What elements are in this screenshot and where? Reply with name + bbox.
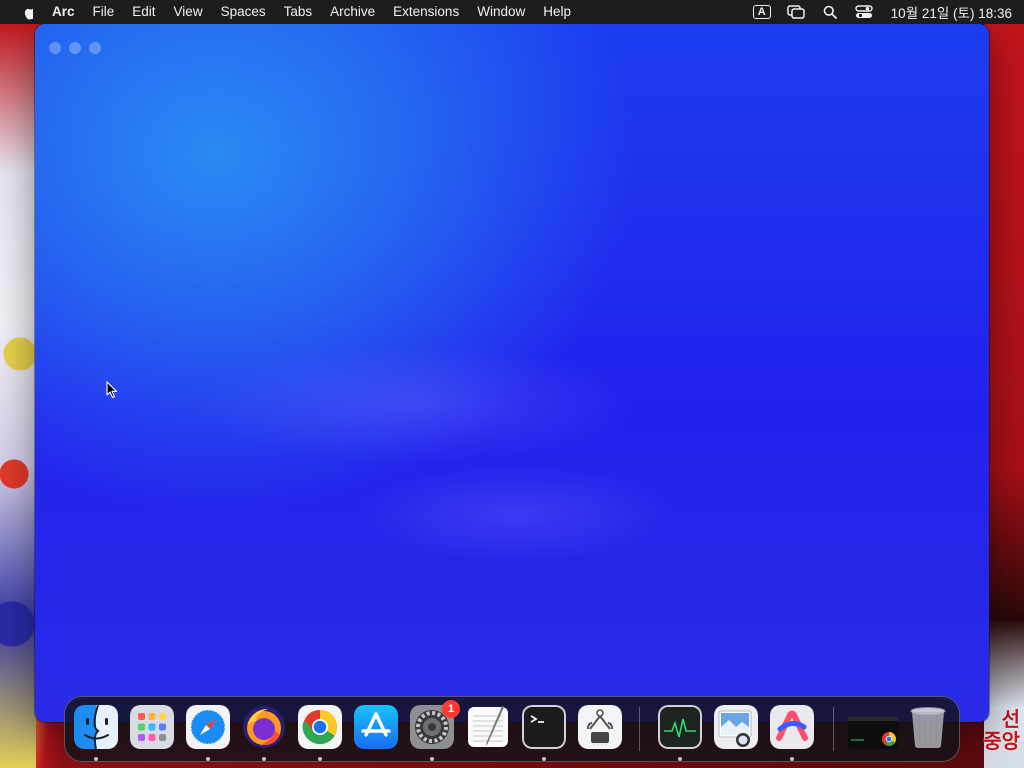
- menu-view[interactable]: View: [165, 0, 212, 24]
- finder-icon: [74, 705, 118, 749]
- dock-chrome[interactable]: [298, 705, 342, 761]
- input-source-menu[interactable]: A: [745, 0, 779, 24]
- running-indicator: [318, 757, 322, 761]
- wallpaper-text: 선 중앙: [983, 707, 1020, 753]
- menu-bar: Arc File Edit View Spaces Tabs Archive E…: [0, 0, 1024, 24]
- running-indicator: [542, 757, 546, 761]
- menu-help[interactable]: Help: [534, 0, 580, 24]
- chrome-icon: [298, 705, 342, 749]
- preview-icon: [714, 705, 758, 749]
- input-source-icon: A: [752, 5, 771, 19]
- dock-launchpad[interactable]: [130, 705, 174, 749]
- dock-terminal[interactable]: [522, 705, 566, 761]
- textedit-icon: [466, 705, 510, 749]
- dock-app-store[interactable]: [354, 705, 398, 749]
- menu-edit[interactable]: Edit: [123, 0, 164, 24]
- running-indicator: [262, 757, 266, 761]
- dock-textedit[interactable]: [466, 705, 510, 749]
- running-indicator: [790, 757, 794, 761]
- running-indicator: [430, 757, 434, 761]
- menu-file[interactable]: File: [84, 0, 124, 24]
- menu-archive[interactable]: Archive: [321, 0, 384, 24]
- apple-menu-icon[interactable]: [0, 5, 52, 20]
- dock-finder[interactable]: [74, 705, 118, 761]
- dock-divider: [833, 707, 834, 751]
- running-indicator: [678, 757, 682, 761]
- system-information-icon: [578, 705, 622, 749]
- trash-icon: [906, 705, 950, 749]
- dock: 1: [64, 696, 960, 762]
- terminal-icon: [522, 705, 566, 749]
- dock-preview[interactable]: [714, 705, 758, 749]
- dock-activity-monitor[interactable]: [658, 705, 702, 761]
- menu-bar-status-area: A 10월 21일 (토) 18:36: [745, 0, 1024, 24]
- app-store-icon: [354, 705, 398, 749]
- dock-arc[interactable]: [770, 705, 814, 761]
- firefox-icon: [242, 705, 286, 749]
- window-zoom-button[interactable]: [89, 42, 101, 54]
- dock-minimized-window[interactable]: [848, 705, 900, 749]
- spotlight-search-icon[interactable]: [813, 0, 847, 24]
- dock-firefox[interactable]: [242, 705, 286, 761]
- dock-divider: [639, 707, 640, 751]
- launchpad-icon: [130, 705, 174, 749]
- dock-system-settings[interactable]: 1: [410, 700, 460, 761]
- control-center-icon[interactable]: [847, 0, 881, 24]
- menu-bar-clock[interactable]: 10월 21일 (토) 18:36: [881, 2, 1024, 22]
- dock-trash[interactable]: [906, 705, 950, 749]
- activity-monitor-icon: [658, 705, 702, 749]
- running-indicator: [94, 757, 98, 761]
- minimized-window-icon: [848, 705, 900, 749]
- menu-extensions[interactable]: Extensions: [384, 0, 468, 24]
- safari-icon: [186, 705, 230, 749]
- wallpaper-right-strip: [984, 24, 1024, 768]
- screen-mirroring-icon[interactable]: [779, 0, 813, 24]
- dock-safari[interactable]: [186, 705, 230, 761]
- running-indicator: [206, 757, 210, 761]
- wallpaper-left-strip: [0, 24, 36, 768]
- window-close-button[interactable]: [49, 42, 61, 54]
- arc-icon: [770, 705, 814, 749]
- menu-app-name[interactable]: Arc: [52, 0, 84, 24]
- window-minimize-button[interactable]: [69, 42, 81, 54]
- menu-tabs[interactable]: Tabs: [275, 0, 322, 24]
- notification-badge: 1: [442, 700, 460, 718]
- window-traffic-lights: [49, 42, 101, 54]
- mouse-cursor-icon: [106, 381, 118, 399]
- arc-window[interactable]: [35, 24, 989, 722]
- menu-window[interactable]: Window: [468, 0, 534, 24]
- dock-system-information[interactable]: [578, 705, 622, 749]
- menu-spaces[interactable]: Spaces: [212, 0, 275, 24]
